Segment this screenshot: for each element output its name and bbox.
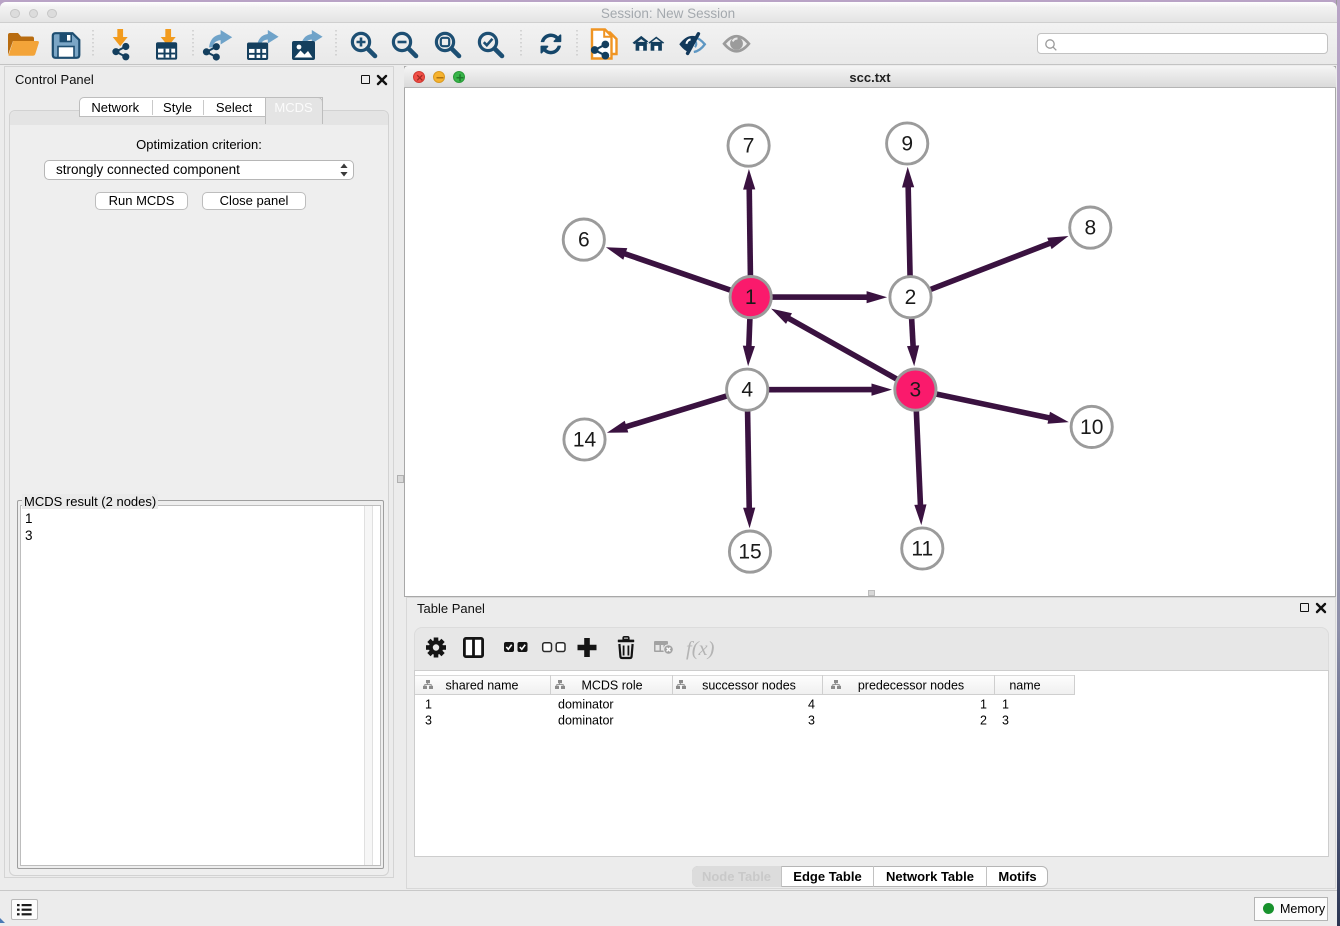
svg-text:dominator: dominator — [558, 698, 614, 712]
svg-text:6: 6 — [578, 229, 590, 252]
svg-text:2: 2 — [980, 714, 987, 728]
svg-text:1: 1 — [1002, 698, 1009, 712]
svg-text:name: name — [1009, 679, 1040, 693]
svg-text:dominator: dominator — [558, 714, 614, 728]
svg-text:4: 4 — [808, 698, 815, 712]
svg-text:14: 14 — [573, 429, 597, 452]
svg-text:8: 8 — [1084, 217, 1096, 240]
svg-text:shared name: shared name — [446, 679, 519, 693]
svg-text:3: 3 — [808, 714, 815, 728]
svg-text:9: 9 — [901, 133, 913, 156]
svg-text:predecessor nodes: predecessor nodes — [858, 679, 964, 693]
svg-text:1: 1 — [425, 698, 432, 712]
svg-text:10: 10 — [1080, 416, 1103, 439]
svg-text:2: 2 — [905, 286, 917, 309]
svg-text:1: 1 — [980, 698, 987, 712]
svg-text:1: 1 — [745, 286, 757, 309]
svg-text:MCDS role: MCDS role — [581, 679, 642, 693]
svg-text:15: 15 — [738, 541, 761, 564]
svg-text:3: 3 — [910, 379, 922, 402]
svg-text:successor nodes: successor nodes — [702, 679, 796, 693]
svg-text:7: 7 — [743, 135, 755, 158]
svg-text:11: 11 — [911, 538, 933, 561]
svg-text:f(x): f(x) — [686, 638, 715, 660]
svg-text:3: 3 — [425, 714, 432, 728]
svg-text:4: 4 — [741, 379, 753, 402]
svg-text:3: 3 — [1002, 714, 1009, 728]
